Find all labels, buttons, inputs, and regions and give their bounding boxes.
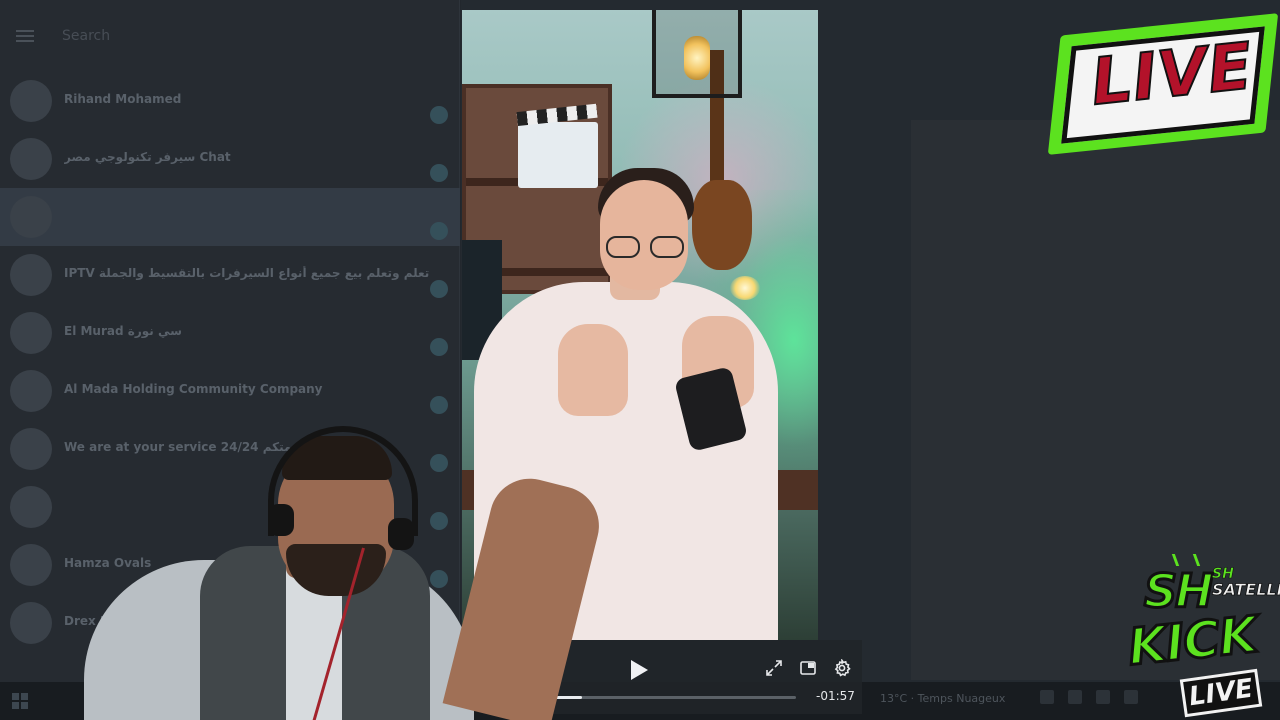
windows-icon	[12, 693, 28, 709]
play-icon	[631, 660, 648, 680]
pip-button[interactable]	[796, 656, 820, 680]
clapperboard	[518, 122, 598, 188]
unread-badge	[430, 106, 448, 124]
chat-list-item[interactable]: Al Mada Holding Community Company	[0, 362, 460, 420]
settings-button[interactable]	[830, 656, 854, 680]
satellite-label: SATELLITE	[1212, 580, 1280, 600]
chat-text: IPTV تعلم وتعلم بيع جميع أنواع السيرفرات…	[64, 266, 450, 285]
streamer-webcam	[40, 418, 480, 720]
presenter-hand	[558, 324, 628, 416]
presenter-head	[600, 180, 688, 290]
remaining-time: -01:57	[816, 689, 855, 703]
unread-badge	[430, 280, 448, 298]
menu-icon[interactable]	[16, 30, 34, 42]
avatar	[10, 196, 52, 238]
chat-list-item[interactable]: El Murad سي نورة	[0, 304, 460, 362]
chat-name: IPTV تعلم وتعلم بيع جميع أنواع السيرفرات…	[64, 265, 430, 280]
chat-text: Rihand Mohamed	[64, 92, 450, 111]
avatar	[10, 80, 52, 122]
chat-name: Rihand Mohamed	[64, 91, 182, 106]
sh-satellite-kick-logo: SH SH SATELLITE KICK LIVE	[1118, 552, 1280, 720]
chat-name: El Murad سي نورة	[64, 323, 182, 338]
avatar	[10, 138, 52, 180]
sidebar-header	[0, 0, 459, 72]
picture-in-picture-icon	[800, 661, 816, 675]
kick-label: KICK	[1124, 604, 1261, 678]
unread-badge	[430, 338, 448, 356]
chat-text: سيرفر تكنولوجي مصر Chat	[64, 150, 450, 169]
tray-icon[interactable]	[1068, 690, 1082, 704]
tray-icon[interactable]	[1096, 690, 1110, 704]
presenter-glasses	[606, 236, 686, 260]
chat-name: Al Mada Holding Community Company	[64, 381, 323, 396]
chat-text: Al Mada Holding Community Company	[64, 382, 450, 401]
play-button[interactable]	[626, 656, 652, 684]
unread-badge	[430, 222, 448, 240]
lamp-bulb	[730, 276, 760, 300]
tray-icon[interactable]	[1040, 690, 1054, 704]
weather-widget[interactable]: 13°C · Temps Nuageux	[880, 692, 1005, 705]
headset-earcup	[268, 504, 294, 536]
search-input[interactable]	[62, 19, 443, 53]
avatar	[10, 370, 52, 412]
chat-list-item[interactable]: سيرفر تكنولوجي مصر Chat	[0, 130, 460, 188]
chat-name: سيرفر تكنولوجي مصر Chat	[64, 149, 231, 164]
chat-list-item[interactable]: IPTV تعلم وتعلم بيع جميع أنواع السيرفرات…	[0, 246, 460, 304]
chat-text: El Murad سي نورة	[64, 324, 450, 343]
avatar	[10, 312, 52, 354]
kick-live-label: LIVE	[1179, 668, 1263, 718]
unread-badge	[430, 164, 448, 182]
unread-badge	[430, 396, 448, 414]
gear-icon	[834, 659, 851, 677]
stream-screen: Rihand Mohamed سيرفر تكنولوجي مصر Chat IPT…	[0, 0, 1280, 720]
lamp-bulb	[684, 36, 710, 80]
live-badge: LIVE	[1044, 10, 1280, 170]
expand-button[interactable]	[762, 656, 786, 680]
chat-list-item[interactable]	[0, 188, 460, 246]
headset-earcup	[388, 518, 414, 550]
chat-list-item[interactable]: Rihand Mohamed	[0, 72, 460, 130]
expand-icon	[766, 660, 782, 676]
guitar	[692, 180, 752, 270]
start-button[interactable]	[0, 682, 40, 720]
chat-text	[64, 215, 450, 220]
avatar	[10, 254, 52, 296]
